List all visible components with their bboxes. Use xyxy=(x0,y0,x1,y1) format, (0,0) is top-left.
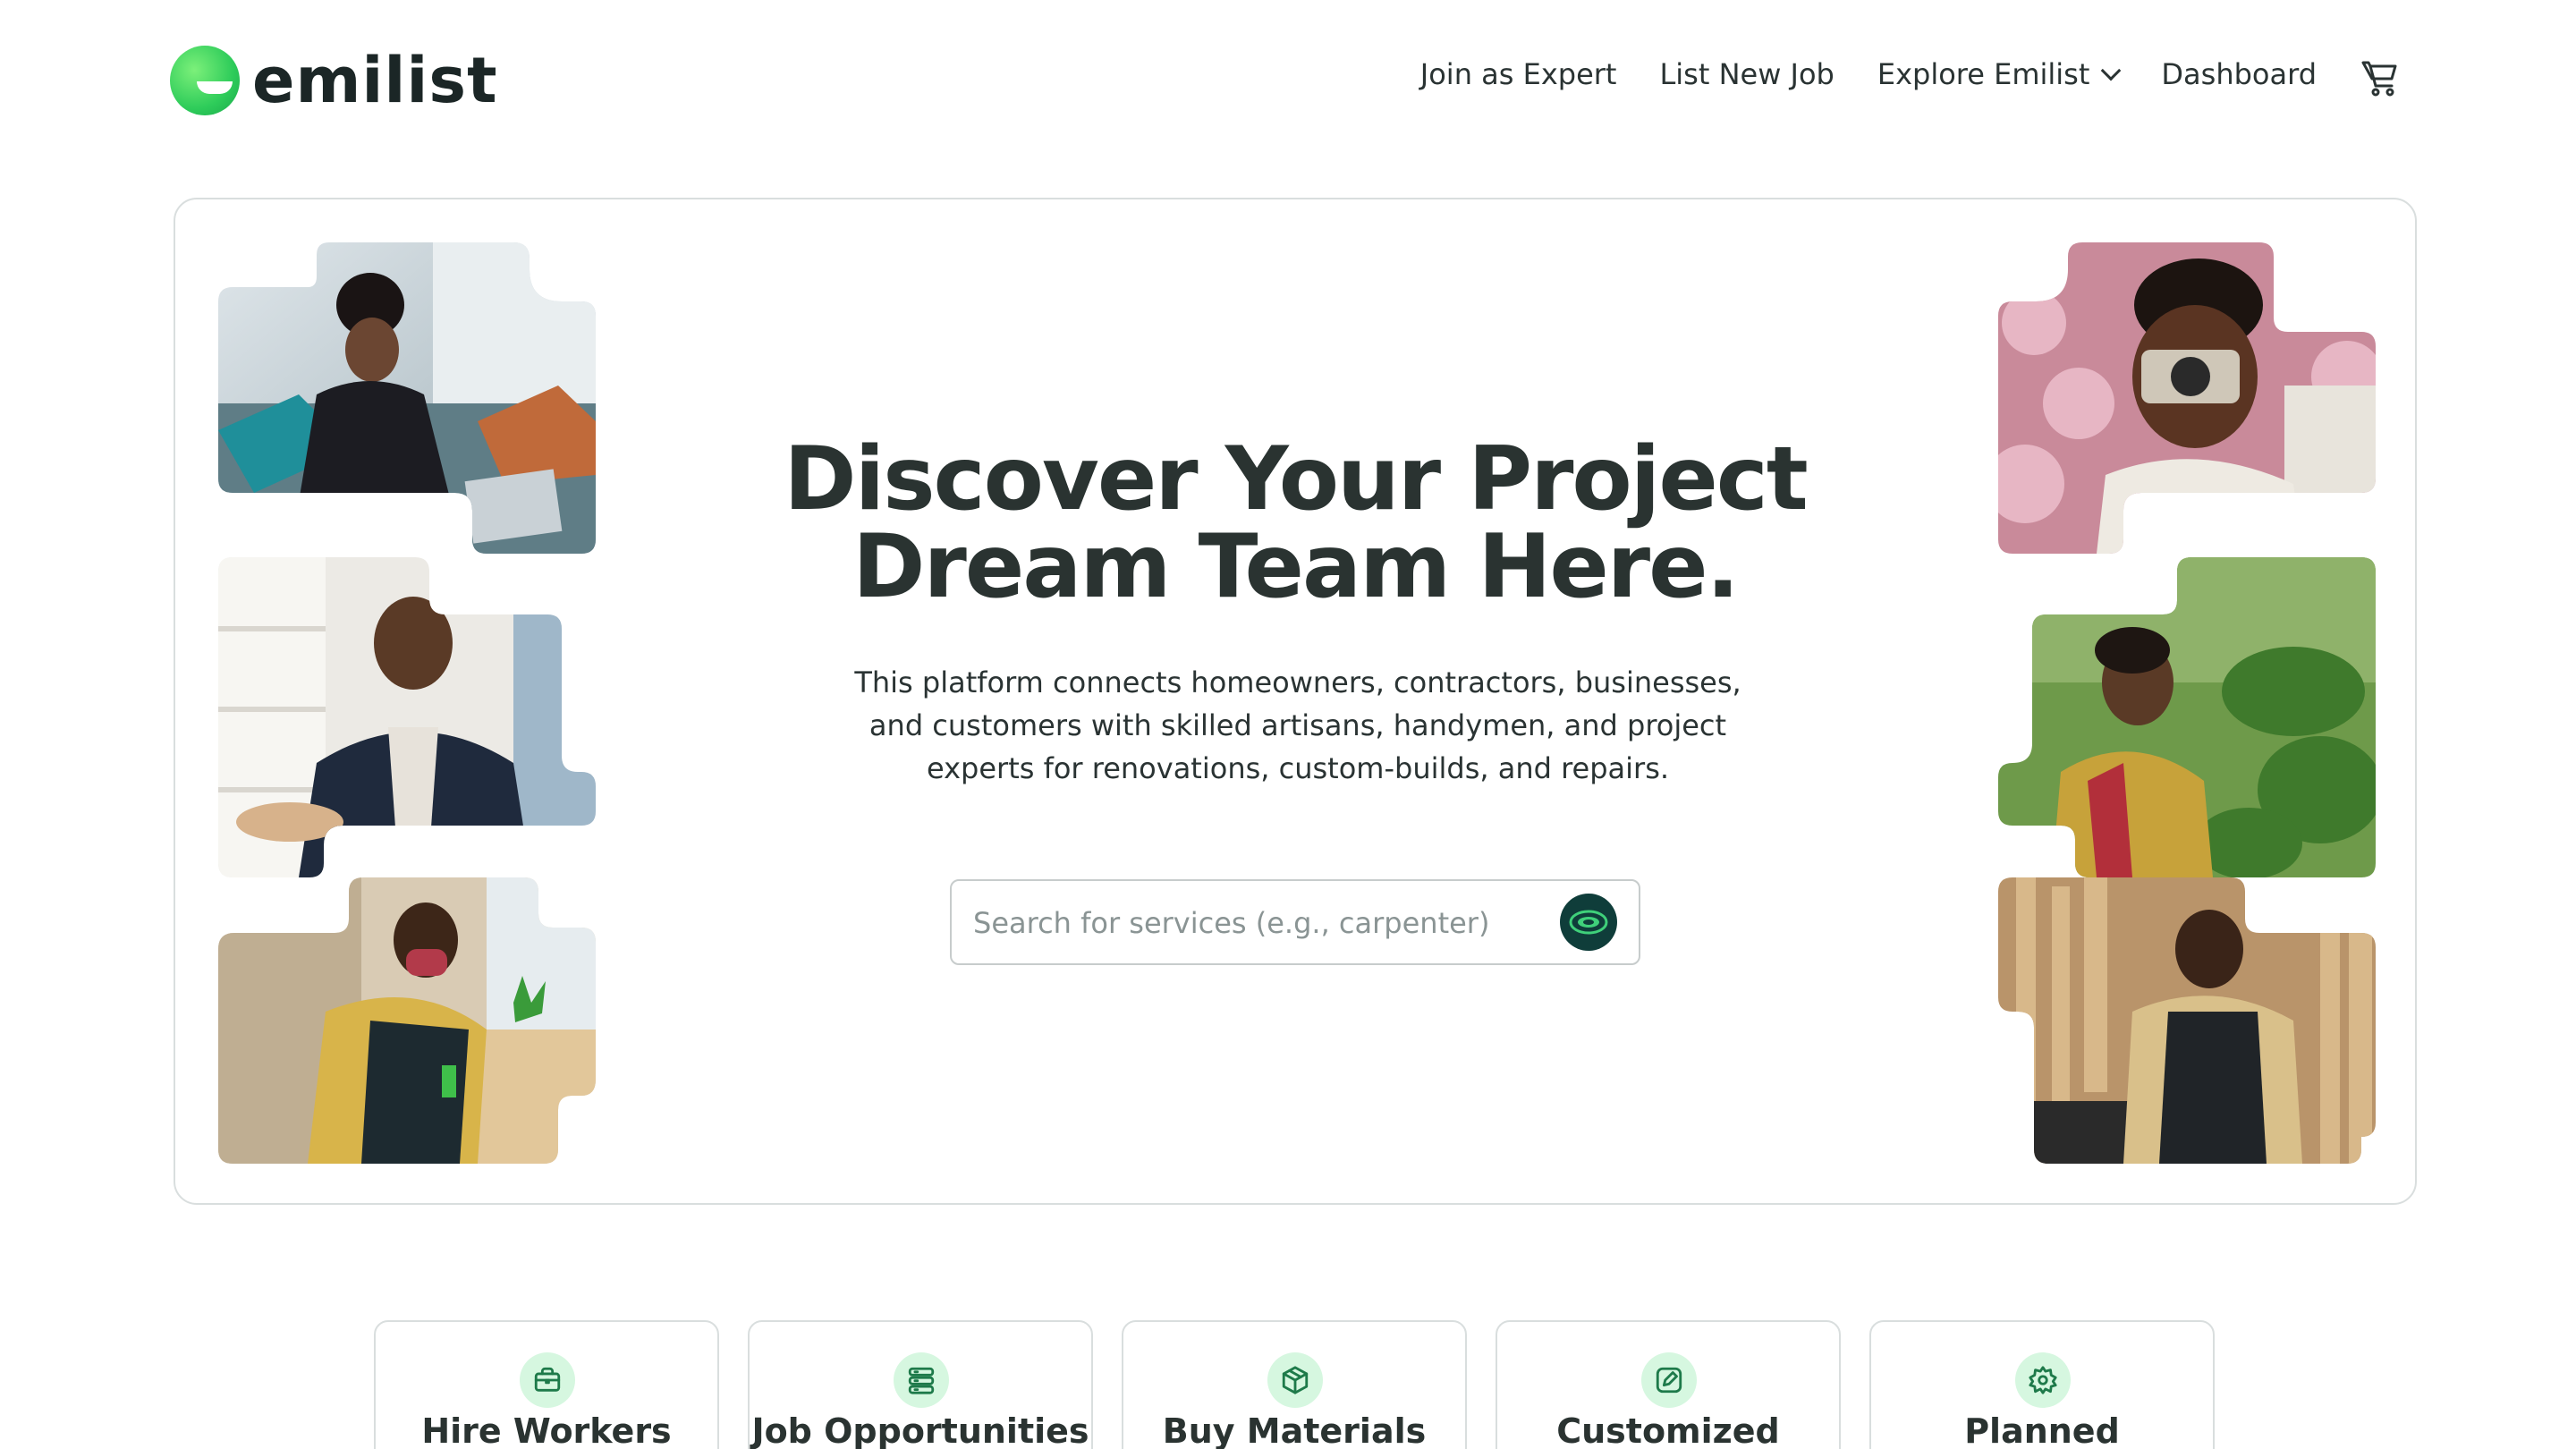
feature-card-buy-materials[interactable]: Buy Materials xyxy=(1122,1320,1467,1449)
main-nav: Join as Expert List New Job Explore Emil… xyxy=(1420,57,2317,91)
chevron-down-icon xyxy=(2101,60,2122,81)
nav-dashboard[interactable]: Dashboard xyxy=(2161,57,2317,91)
feature-card-job-opportunities[interactable]: Job Opportunities xyxy=(748,1320,1093,1449)
box-icon xyxy=(1267,1352,1323,1408)
cart-icon[interactable] xyxy=(2358,55,2401,98)
hero-description: This platform connects homeowners, contr… xyxy=(854,665,1741,785)
hero-section: Discover Your Project Dream Team Here. T… xyxy=(174,198,2417,1205)
hero-title: Discover Your Project Dream Team Here. xyxy=(175,436,2415,611)
feature-card-label: Job Opportunities xyxy=(751,1411,1089,1449)
feature-card-customized[interactable]: Customized xyxy=(1496,1320,1841,1449)
hero-title-line-1: Discover Your Project xyxy=(784,428,1808,530)
nav-dashboard-label: Dashboard xyxy=(2161,57,2317,91)
nav-list-new-job-label: List New Job xyxy=(1659,57,1835,91)
edit-pen-icon xyxy=(1641,1352,1697,1408)
feature-card-label: Customized xyxy=(1556,1411,1780,1449)
feature-card-hire-workers[interactable]: Hire Workers xyxy=(374,1320,719,1449)
briefcase-icon xyxy=(520,1352,575,1408)
settings-gear-icon xyxy=(2015,1352,2071,1408)
logo-mark-icon xyxy=(170,46,240,115)
feature-card-label: Buy Materials xyxy=(1162,1411,1427,1449)
server-list-icon xyxy=(894,1352,949,1408)
hero-photo-man-cleaning xyxy=(218,877,596,1164)
logo-wordmark: emilist xyxy=(252,44,498,117)
emilist-logo[interactable]: emilist xyxy=(170,45,498,116)
nav-explore-emilist-dropdown[interactable]: Explore Emilist xyxy=(1877,57,2122,91)
feature-card-label: Hire Workers xyxy=(421,1411,672,1449)
service-search-box xyxy=(950,879,1640,965)
feature-card-label: Planned xyxy=(1964,1411,2120,1449)
nav-list-new-job[interactable]: List New Job xyxy=(1659,57,1834,91)
feature-card-planned[interactable]: Planned xyxy=(1869,1320,2215,1449)
nav-join-as-expert[interactable]: Join as Expert xyxy=(1420,57,1617,91)
service-search-input[interactable] xyxy=(973,901,1546,945)
search-eye-icon xyxy=(1569,910,1608,935)
site-header: emilist Join as Expert List New Job Expl… xyxy=(0,0,2576,161)
hero-title-line-2: Dream Team Here. xyxy=(852,516,1740,618)
search-submit-button[interactable] xyxy=(1560,894,1617,951)
hero-photo-carpenter xyxy=(1998,877,2376,1164)
nav-join-as-expert-label: Join as Expert xyxy=(1419,57,1617,91)
nav-explore-emilist-label: Explore Emilist xyxy=(1877,57,2090,91)
